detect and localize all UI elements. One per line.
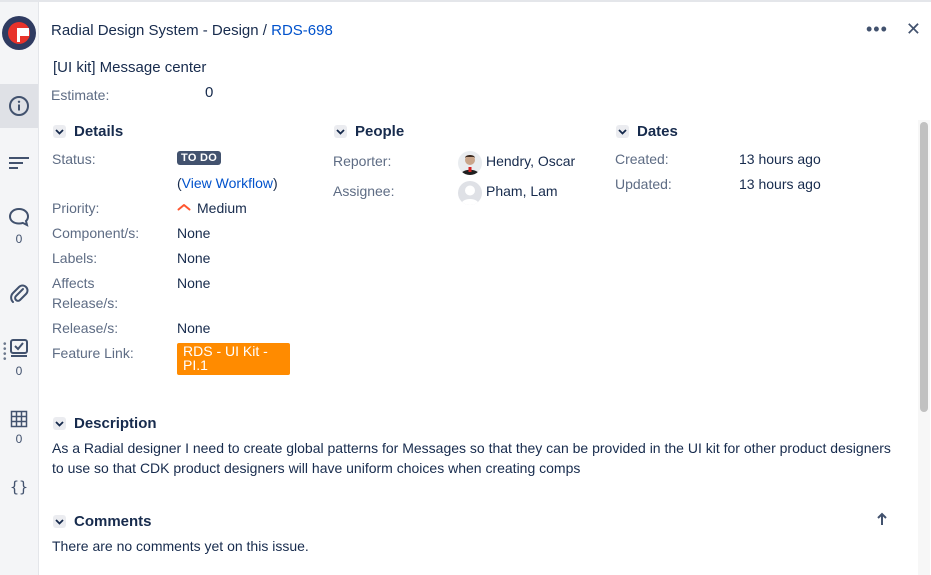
chevron-down-icon: [53, 125, 66, 138]
chevron-down-icon: [53, 417, 66, 430]
reporter-label: Reporter:: [333, 153, 392, 169]
code-braces-icon: {}: [9, 478, 29, 496]
reporter-value[interactable]: Hendry, Oscar: [486, 153, 575, 169]
priority-value[interactable]: Medium: [197, 200, 247, 216]
components-label: Component/s:: [52, 225, 140, 241]
status-badge[interactable]: TO DO: [177, 151, 222, 165]
estimate-label: Estimate:: [51, 87, 110, 103]
breadcrumb: Radial Design System - Design / RDS-698: [51, 22, 333, 39]
top-border: [0, 0, 931, 2]
sidebar-item-checklist[interactable]: 0: [0, 338, 38, 378]
chevron-down-icon: [616, 125, 629, 138]
table-icon: [10, 410, 28, 428]
assignee-avatar: [458, 181, 482, 205]
info-icon: [9, 96, 29, 116]
close-button[interactable]: ✕: [906, 20, 921, 38]
more-actions-button[interactable]: •••: [866, 20, 888, 38]
release-label: Release/s:: [52, 320, 119, 336]
updated-label: Updated:: [615, 176, 672, 192]
issue-title[interactable]: [UI kit] Message center: [53, 59, 206, 76]
priority-label: Priority:: [52, 200, 100, 216]
affects-release-label-line1: Affects: [52, 275, 95, 291]
breadcrumb-separator: /: [262, 22, 267, 39]
comments-count: 0: [15, 232, 23, 246]
sidebar-item-code[interactable]: {}: [0, 478, 38, 496]
priority-medium-icon: [177, 204, 191, 211]
release-value[interactable]: None: [177, 320, 210, 336]
header-actions: ••• ✕: [866, 20, 921, 38]
created-label: Created:: [615, 151, 669, 167]
feature-link-label: Feature Link:: [52, 345, 134, 361]
view-workflow: (View Workflow): [177, 175, 278, 191]
affects-release-value[interactable]: None: [177, 275, 210, 291]
checklist-icon: [10, 339, 28, 357]
comments-section-toggle[interactable]: Comments: [53, 513, 152, 530]
estimate-value[interactable]: 0: [205, 84, 213, 101]
paperclip-icon: [10, 284, 29, 303]
workflow-paren-close: ): [272, 175, 278, 191]
sidebar-item-table[interactable]: 0: [0, 410, 38, 446]
updated-value: 13 hours ago: [739, 176, 821, 192]
sidebar-item-comments[interactable]: 0: [0, 206, 38, 246]
details-heading: Details: [74, 123, 124, 140]
created-value: 13 hours ago: [739, 151, 821, 167]
scrollbar[interactable]: [918, 120, 930, 575]
project-name[interactable]: Radial Design System - Design: [51, 22, 259, 39]
app-logo[interactable]: [2, 16, 36, 50]
affects-release-label-line2: Release/s:: [52, 295, 119, 311]
components-value[interactable]: None: [177, 225, 210, 241]
status-label: Status:: [52, 151, 96, 167]
table-count: 0: [15, 432, 23, 446]
sidebar-item-details[interactable]: [0, 84, 38, 128]
comments-heading: Comments: [74, 513, 152, 530]
assignee-value[interactable]: Pham, Lam: [486, 183, 558, 199]
labels-label: Labels:: [52, 250, 98, 266]
no-comments-text: There are no comments yet on this issue.: [52, 538, 309, 554]
people-section-toggle[interactable]: People: [334, 123, 404, 140]
scrollbar-thumb[interactable]: [920, 122, 928, 412]
logo-flag-icon: [8, 22, 30, 44]
sidebar-item-attachments[interactable]: [0, 283, 38, 305]
view-workflow-link[interactable]: View Workflow: [182, 175, 273, 191]
arrow-up-icon[interactable]: [876, 512, 888, 526]
description-text[interactable]: As a Radial designer I need to create gl…: [52, 438, 892, 478]
assignee-label: Assignee:: [333, 183, 395, 199]
checklist-count: 0: [15, 364, 23, 378]
sidebar: 0 • • • • 0 0 {}: [0, 2, 39, 575]
chevron-down-icon: [334, 125, 347, 138]
comment-icon: [8, 207, 30, 227]
reporter-avatar: [458, 151, 482, 175]
sidebar-item-activity[interactable]: [0, 150, 38, 176]
people-heading: People: [355, 123, 405, 140]
dates-heading: Dates: [637, 123, 678, 140]
description-heading: Description: [74, 415, 157, 432]
description-section-toggle[interactable]: Description: [53, 415, 157, 432]
feature-link-tag[interactable]: RDS - UI Kit - PI.1: [177, 343, 290, 375]
issue-key-link[interactable]: RDS-698: [271, 22, 333, 39]
details-section-toggle[interactable]: Details: [53, 123, 123, 140]
dates-section-toggle[interactable]: Dates: [616, 123, 678, 140]
activity-lines-icon: [9, 157, 29, 169]
labels-value[interactable]: None: [177, 250, 210, 266]
chevron-down-icon: [53, 515, 66, 528]
